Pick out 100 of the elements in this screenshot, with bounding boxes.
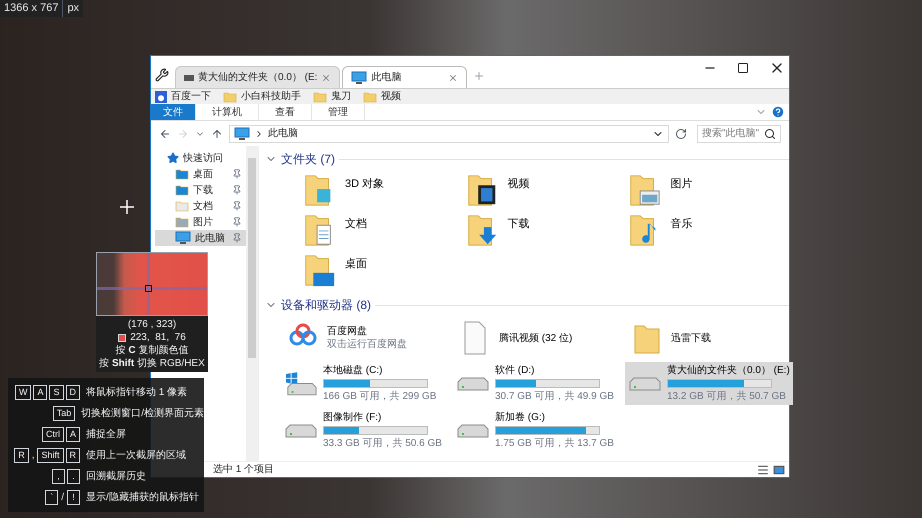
bookmark-link[interactable]: 小白科技助手 <box>223 89 301 104</box>
bookmark-link[interactable]: 视频 <box>363 89 401 104</box>
nav-label: 下载 <box>193 184 214 198</box>
free-space-text: 30.7 GB 可用，共 49.9 GB <box>495 390 614 403</box>
pin-icon <box>232 185 242 195</box>
new-tab-icon[interactable] <box>473 70 486 82</box>
back-icon[interactable] <box>159 128 171 140</box>
device-item[interactable]: 百度网盘 双击运行百度网盘 <box>281 318 449 358</box>
bookmark-link[interactable]: 鬼刀 <box>313 89 351 104</box>
computer-icon <box>234 126 250 140</box>
shortcut-description: 回溯截屏历史 <box>86 470 146 484</box>
help-icon[interactable] <box>771 105 785 119</box>
ribbon-tab[interactable]: 文件 <box>151 104 196 120</box>
pin-icon <box>232 201 242 211</box>
computer-icon <box>351 70 368 84</box>
key-cap: R <box>66 448 80 463</box>
folder-item[interactable]: 音乐 <box>626 212 789 252</box>
folder-item[interactable]: 下载 <box>464 212 626 252</box>
tools-icon[interactable] <box>155 68 169 82</box>
bookmark-link[interactable]: 百度一下 <box>155 89 211 104</box>
key-cap: Shift <box>37 448 64 463</box>
free-space-text: 166 GB 可用，共 299 GB <box>323 390 436 403</box>
drive-icon <box>184 74 194 80</box>
key-cap: A <box>33 385 48 400</box>
device-subtitle: 双击运行百度网盘 <box>327 338 407 351</box>
nav-label: 此电脑 <box>195 232 226 246</box>
scrollbar[interactable] <box>246 146 258 461</box>
ribbon-tab[interactable]: 查看 <box>259 104 312 120</box>
pin-icon <box>232 169 242 179</box>
screen-size-text: 1366 x 767 <box>0 0 64 16</box>
hint-text: 按 C 复制颜色值 <box>116 344 188 357</box>
nav-item[interactable]: 此电脑 <box>155 230 246 246</box>
folder-item[interactable]: 文档 <box>301 212 464 252</box>
key-cap: R <box>14 448 29 463</box>
details-view-icon[interactable] <box>757 464 769 476</box>
drive-icon <box>457 424 489 438</box>
folder-icon <box>175 200 189 212</box>
section-header[interactable]: 文件夹 (7) <box>281 150 335 168</box>
device-name: 迅雷下载 <box>671 332 711 344</box>
nav-item[interactable]: 文档 <box>155 198 246 214</box>
search-input[interactable]: 搜索"此电脑" <box>702 126 764 141</box>
nav-item[interactable]: 快速访问 <box>155 150 246 166</box>
nav-item[interactable]: 下载 <box>155 182 246 198</box>
hint-text: 按 Shift 切换 RGB/HEX <box>99 357 205 370</box>
paw-logo-icon <box>155 90 167 102</box>
key-cap: ` <box>45 490 58 505</box>
shortcut-description: 捕捉全屏 <box>86 428 126 442</box>
key-cap: , <box>52 469 65 484</box>
key-cap: W <box>14 385 32 400</box>
unit-text: px <box>66 1 80 16</box>
maximize-icon[interactable] <box>737 62 749 74</box>
drive-icon <box>457 376 489 390</box>
refresh-icon[interactable] <box>675 128 687 140</box>
search-icon <box>764 128 776 140</box>
crosshair-icon <box>120 200 134 214</box>
folder-item[interactable]: 图片 <box>626 172 789 212</box>
tab-title: 黄大仙的文件夹（0.0） (E: <box>198 70 318 85</box>
device-name: 新加卷 (G:) <box>495 411 546 424</box>
nav-item[interactable]: 桌面 <box>155 166 246 182</box>
nav-label: 桌面 <box>193 168 214 182</box>
device-name: 图像制作 (F:) <box>323 411 382 424</box>
browser-tab[interactable]: 黄大仙的文件夹（0.0） (E: <box>175 66 340 88</box>
free-space-text: 1.75 GB 可用，共 13.7 GB <box>495 437 614 450</box>
device-name: 腾讯视频 (32 位) <box>499 332 572 344</box>
device-item[interactable]: 图像制作 (F:) 33.3 GB 可用，共 50.6 GB <box>281 409 449 452</box>
device-name: 软件 (D:) <box>495 364 536 377</box>
free-space-text: 13.2 GB 可用，共 50.7 GB <box>667 390 787 403</box>
nav-label: 图片 <box>193 216 214 230</box>
up-icon[interactable] <box>211 128 223 140</box>
pin-icon <box>232 217 242 227</box>
device-item[interactable]: 腾讯视频 (32 位) <box>453 318 621 358</box>
folder-icon <box>223 90 237 102</box>
section-header[interactable]: 设备和驱动器 (8) <box>281 296 371 314</box>
folder-item[interactable]: 3D 对象 <box>301 172 464 212</box>
folder-item[interactable]: 桌面 <box>301 252 464 292</box>
device-item[interactable]: 黄大仙的文件夹（0.0） (E:) 13.2 GB 可用，共 50.7 GB <box>625 362 793 405</box>
folder-icon <box>175 184 189 196</box>
folder-icon <box>175 168 189 180</box>
pin-icon <box>232 233 242 243</box>
large-icons-view-icon[interactable] <box>773 464 785 476</box>
address-bar[interactable]: 此电脑 <box>229 124 669 142</box>
ribbon-tab[interactable]: 管理 <box>312 104 365 120</box>
device-item[interactable]: 软件 (D:) 30.7 GB 可用，共 49.9 GB <box>453 362 621 405</box>
device-name: 本地磁盘 (C:) <box>323 364 384 377</box>
system-drive-icon <box>285 371 317 396</box>
drive-icon <box>285 424 317 438</box>
search-field[interactable]: 搜索"此电脑" <box>697 124 781 142</box>
ribbon-tab[interactable]: 计算机 <box>196 104 259 120</box>
nav-item[interactable]: 图片 <box>155 214 246 230</box>
key-cap: ! <box>67 490 80 505</box>
folder-item[interactable]: 视频 <box>464 172 626 212</box>
device-item[interactable]: 新加卷 (G:) 1.75 GB 可用，共 13.7 GB <box>453 409 621 452</box>
nav-label: 文档 <box>193 200 214 214</box>
folder-icon <box>363 90 377 102</box>
device-item[interactable]: 本地磁盘 (C:) 166 GB 可用，共 299 GB <box>281 362 449 405</box>
key-cap: D <box>66 385 80 400</box>
folder-icon <box>313 90 327 102</box>
device-item[interactable]: 迅雷下载 <box>625 318 793 358</box>
browser-tab[interactable]: 此电脑 <box>342 66 468 88</box>
key-separator: , <box>30 449 36 463</box>
